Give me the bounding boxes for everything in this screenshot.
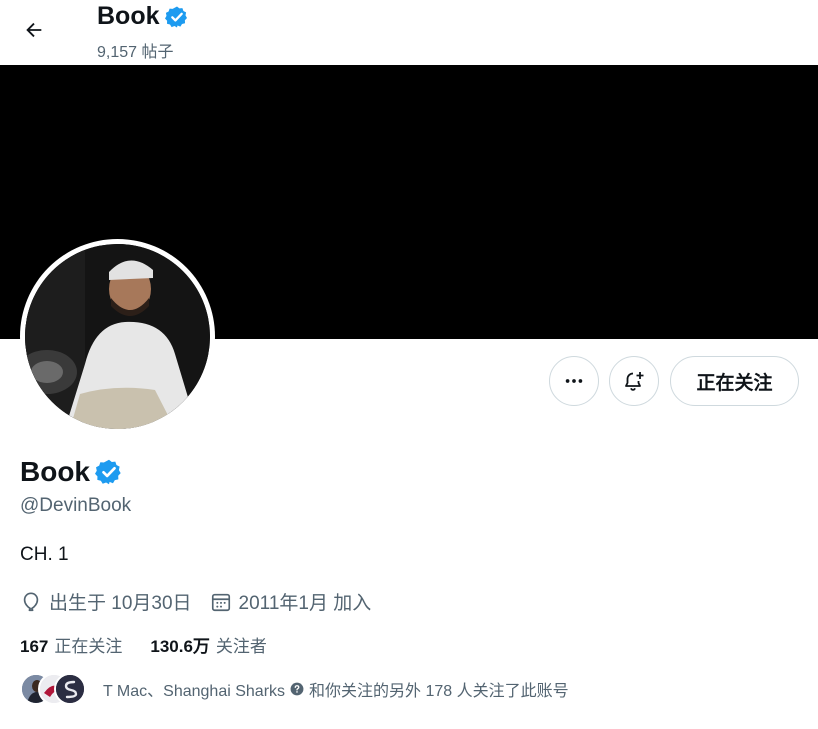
followers-count: 130.6万 [150, 637, 210, 656]
mutual-suffix: 和你关注的另外 178 人关注了此账号 [309, 683, 569, 700]
joined-item: 2011年1月 加入 [210, 588, 372, 615]
calendar-icon [211, 593, 230, 611]
profile-header: Book 9,157 帖子 [0, 0, 818, 65]
birthday-item: 出生于 10月30日 [20, 588, 192, 615]
more-button[interactable] [549, 356, 599, 406]
followers-you-know-text: T Mac、Shanghai Sharks 和你关注的另外 178 人关注了此账… [103, 677, 569, 701]
verified-badge-icon[interactable] [95, 458, 123, 486]
more-horizontal-icon [565, 379, 583, 383]
birthday-text: 出生于 10月30日 [49, 593, 192, 614]
following-count: 167 [20, 637, 49, 656]
mutual-names: T Mac、Shanghai Sharks [103, 683, 286, 700]
following-button[interactable]: 正在关注 [670, 356, 799, 406]
follow-counts: 167 正在关注 130.6万 关注者 [20, 632, 295, 657]
back-button[interactable] [14, 10, 54, 50]
header-title: Book [97, 2, 189, 31]
bell-plus-icon [625, 372, 644, 391]
affiliate-badge-icon[interactable] [290, 682, 304, 696]
verified-badge-icon[interactable] [164, 5, 189, 29]
mutual-avatars [20, 673, 86, 705]
notifications-button[interactable] [609, 356, 659, 406]
header-name: Book [97, 2, 160, 30]
profile-bio: CH. 1 [20, 544, 69, 565]
posts-count: 9,157 帖子 [97, 44, 174, 61]
profile-name-row: Book [20, 456, 123, 488]
avatar [54, 673, 86, 705]
followers-label: 关注者 [215, 637, 267, 656]
joined-text: 2011年1月 加入 [238, 593, 372, 614]
profile-actions: 正在关注 [0, 356, 818, 406]
profile-meta: 出生于 10月30日 2011年1月 加入 [20, 588, 389, 615]
profile-name: Book [20, 456, 90, 487]
balloon-icon [23, 591, 39, 611]
followers-you-know[interactable]: T Mac、Shanghai Sharks 和你关注的另外 178 人关注了此账… [20, 673, 569, 705]
profile-handle: @DevinBook [20, 495, 132, 516]
following-count-link[interactable]: 167 正在关注 [20, 632, 122, 657]
following-label: 正在关注 [54, 637, 123, 656]
arrow-left-icon [26, 22, 42, 38]
followers-count-link[interactable]: 130.6万 关注者 [150, 632, 267, 657]
